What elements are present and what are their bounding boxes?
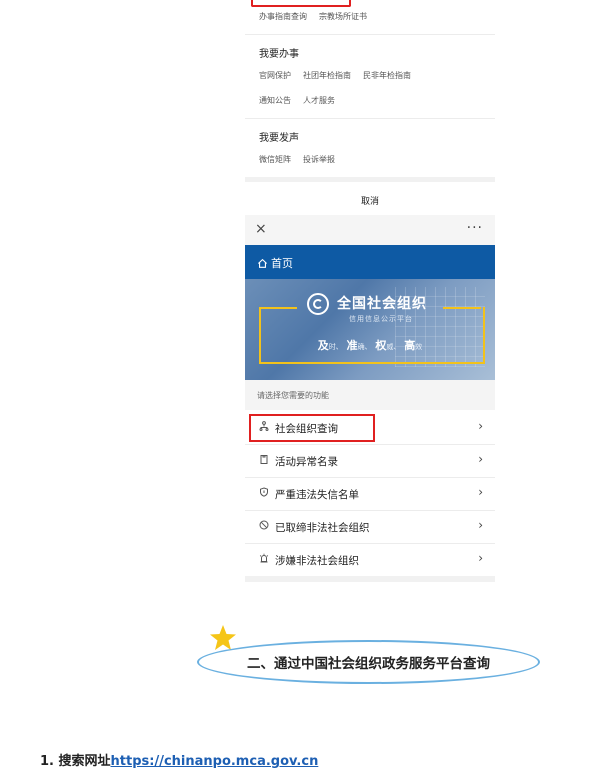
banner-subtitle: 信用信息公示平台 <box>349 315 413 323</box>
menu-item-suspected-orgs[interactable]: 涉嫌非法社会组织 › <box>245 544 495 577</box>
service-chip-row-4: 微信矩阵 投诉举报 <box>259 154 335 165</box>
chip-society-check[interactable]: 社团年检指南 <box>303 70 351 81</box>
highlight-box-top <box>251 0 351 7</box>
step-1-prefix: 1. 搜索网址 <box>40 754 111 769</box>
menu-item-banned-orgs[interactable]: 已取缔非法社会组织 › <box>245 511 495 544</box>
service-chip-row-3: 通知公告 人才服务 <box>259 95 335 106</box>
chevron-right-icon: › <box>478 452 483 466</box>
bottom-strip <box>245 576 495 582</box>
slogan-big: 权 <box>375 339 387 352</box>
chevron-right-icon: › <box>478 419 483 433</box>
home-icon <box>257 258 268 268</box>
menu-item-abnormal-list[interactable]: 活动异常名录 › <box>245 445 495 478</box>
banner-slogan: 及时、 准确、 权威、 高效 <box>245 337 495 353</box>
section-heading: 二、通过中国社会组织政务服务平台查询 <box>247 656 490 672</box>
home-label: 首页 <box>271 257 293 270</box>
chevron-right-icon: › <box>478 551 483 565</box>
chevron-right-icon: › <box>478 518 483 532</box>
divider <box>245 118 495 119</box>
menu-item-dishonest-list[interactable]: 严重违法失信名单 › <box>245 478 495 511</box>
sheet-separator <box>245 177 495 182</box>
section-title-voice: 我要发声 <box>259 133 299 144</box>
chip-religious-cert[interactable]: 宗教场所证书 <box>319 11 367 22</box>
phone-screenshot: 办事指南查询 宗教场所证书 我要办事 官网保护 社团年检指南 民非年检指南 通知… <box>245 0 495 582</box>
chip-complaint[interactable]: 投诉举报 <box>303 154 335 165</box>
slogan-big: 及 <box>317 339 329 352</box>
menu-item-label: 涉嫌非法社会组织 <box>275 555 359 567</box>
divider <box>245 34 495 35</box>
menu-item-label: 活动异常名录 <box>275 456 338 468</box>
slogan-small: 时、 <box>328 343 343 351</box>
slogan-big: 准 <box>346 339 358 352</box>
banner-frame-edge <box>259 307 297 309</box>
cancel-button[interactable]: 取消 <box>245 194 495 207</box>
banner-frame-edge <box>443 307 481 309</box>
service-chip-row-2: 官网保护 社团年检指南 民非年检指南 <box>259 70 411 81</box>
more-options-icon[interactable]: ··· <box>467 220 483 236</box>
slogan-small: 效 <box>415 343 423 351</box>
service-chip-row-1: 办事指南查询 宗教场所证书 <box>259 11 367 22</box>
chip-wechat-matrix[interactable]: 微信矩阵 <box>259 154 291 165</box>
platform-logo-icon <box>307 293 329 315</box>
slogan-small: 威、 <box>386 343 401 351</box>
home-link[interactable]: 首页 <box>257 255 293 271</box>
chip-notice[interactable]: 通知公告 <box>259 95 291 106</box>
website-link[interactable]: https://chinanpo.mca.gov.cn <box>111 754 319 769</box>
close-icon[interactable]: × <box>255 221 267 237</box>
shield-icon <box>259 487 269 500</box>
home-header: 首页 <box>245 245 495 279</box>
chip-guide-query[interactable]: 办事指南查询 <box>259 11 307 22</box>
section-title-do-business: 我要办事 <box>259 49 299 60</box>
chip-talent[interactable]: 人才服务 <box>303 95 335 106</box>
clipboard-icon <box>259 454 269 467</box>
miniprogram-titlebar: × ··· <box>245 215 495 246</box>
chip-nonprofit-check[interactable]: 民非年检指南 <box>363 70 411 81</box>
step-1: 1. 搜索网址https://chinanpo.mca.gov.cn <box>40 750 318 769</box>
ban-icon <box>259 520 269 533</box>
menu-item-label: 严重违法失信名单 <box>275 489 359 501</box>
chip-site-protect[interactable]: 官网保护 <box>259 70 291 81</box>
banner-title: 全国社会组织 <box>337 296 427 312</box>
function-prompt: 请选择您需要的功能 <box>257 391 329 400</box>
alarm-icon <box>259 553 269 566</box>
slogan-small: 确、 <box>357 343 372 351</box>
highlight-box-org-query <box>249 414 375 442</box>
slogan-big: 高 <box>404 339 416 352</box>
menu-item-label: 已取缔非法社会组织 <box>275 522 370 534</box>
function-prompt-bar: 请选择您需要的功能 <box>245 380 495 410</box>
chevron-right-icon: › <box>478 485 483 499</box>
platform-banner: 全国社会组织 信用信息公示平台 及时、 准确、 权威、 高效 <box>245 279 495 380</box>
